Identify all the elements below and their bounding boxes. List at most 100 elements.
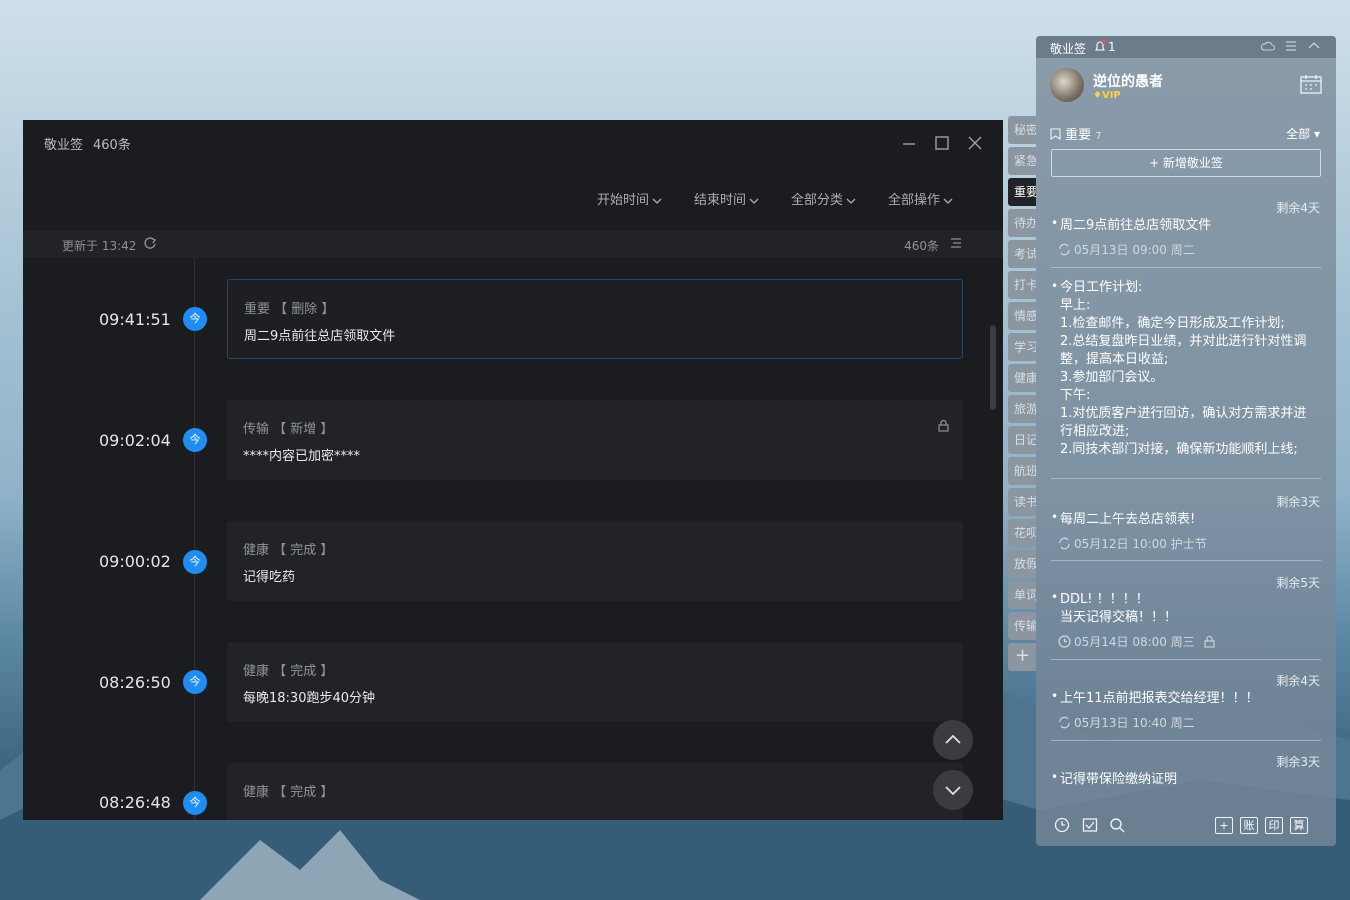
updated-time: 更新于 13:42 — [62, 239, 137, 253]
cloud-icon[interactable] — [1261, 40, 1275, 52]
tab-urgent[interactable]: 紧急 — [1008, 147, 1036, 175]
chevron-down-icon — [749, 198, 759, 204]
menu-icon[interactable] — [1285, 40, 1297, 52]
bell-count: 1 — [1108, 40, 1116, 54]
close-icon[interactable] — [964, 132, 986, 154]
note-item[interactable]: 周二9点前往总店领取文件 — [1060, 217, 1211, 235]
entry-content: 记得吃药 — [243, 570, 296, 585]
history-card[interactable]: 健康 【 完成 】 记得吃药 — [227, 521, 963, 601]
history-card[interactable]: 健康 【 完成 】 — [227, 763, 963, 820]
chevron-down-icon — [846, 198, 856, 204]
clock-icon[interactable] — [1054, 817, 1070, 833]
history-card[interactable]: 健康 【 完成 】 每晚18:30跑步40分钟 — [227, 642, 963, 722]
scroll-down-button[interactable] — [933, 770, 973, 810]
note-item[interactable]: 每周二上午去总店领表! — [1060, 511, 1195, 529]
avatar[interactable] — [1050, 68, 1084, 102]
remaining-days: 剩余4天 — [1276, 674, 1320, 688]
total-count: 460条 — [93, 138, 131, 153]
filter-category[interactable]: 全部分类 — [791, 189, 856, 208]
tab-travel[interactable]: 旅游 — [1008, 395, 1036, 423]
tab-diary[interactable]: 日记 — [1008, 426, 1036, 454]
search-icon[interactable] — [1109, 817, 1125, 833]
entry-time: 08:26:50 — [99, 673, 171, 692]
tab-important[interactable]: 重要 — [1008, 178, 1036, 206]
bookmark-icon — [1050, 128, 1061, 141]
divider — [1051, 267, 1321, 268]
entry-tag: 健康 【 完成 】 — [243, 664, 334, 679]
calendar-icon[interactable] — [1300, 74, 1322, 94]
entry-tag: 传输 【 新增 】 — [243, 422, 334, 437]
remaining-days: 剩余3天 — [1276, 495, 1320, 509]
checklist-icon[interactable] — [1082, 817, 1098, 833]
lock-icon — [938, 420, 949, 432]
tab-study[interactable]: 学习 — [1008, 333, 1036, 361]
tab-huabei[interactable]: 花呗 — [1008, 519, 1036, 547]
repeat-icon — [1059, 716, 1070, 729]
tab-emotion[interactable]: 情感 — [1008, 302, 1036, 330]
collapse-icon[interactable] — [1308, 40, 1320, 52]
filter-end-time[interactable]: 结束时间 — [694, 189, 759, 208]
ledger-button[interactable]: 账 — [1240, 817, 1258, 834]
today-badge: 今 — [183, 791, 207, 815]
note-item[interactable]: 记得带保险缴纳证明 — [1060, 771, 1177, 789]
entry-time: 09:00:02 — [99, 552, 171, 571]
remaining-days: 剩余3天 — [1276, 755, 1320, 769]
history-card[interactable]: 传输 【 新增 】 ****内容已加密**** — [227, 400, 963, 480]
note-item[interactable]: DDL! ！！！！ 当天记得交稿！！！ — [1060, 591, 1177, 627]
today-badge: 今 — [183, 428, 207, 452]
note-item[interactable]: 上午11点前把报表交给经理！！！ — [1060, 690, 1259, 708]
add-tab-button[interactable]: + — [1008, 643, 1036, 671]
minimize-icon[interactable] — [898, 132, 920, 154]
filter-action[interactable]: 全部操作 — [888, 189, 953, 208]
tab-checkin[interactable]: 打卡 — [1008, 271, 1036, 299]
scrollbar[interactable] — [990, 325, 996, 410]
chevron-down-icon — [945, 786, 961, 796]
group-filter-dropdown[interactable]: 全部 ▾ — [1286, 125, 1320, 142]
entry-tag: 重要 【 删除 】 — [244, 302, 335, 317]
tab-holiday[interactable]: 放假 — [1008, 550, 1036, 578]
entry-tag: 健康 【 完成 】 — [243, 543, 334, 558]
note-bullet: • — [1051, 216, 1059, 230]
remaining-days: 剩余5天 — [1276, 576, 1320, 590]
window-title: 敬业签 460条 — [44, 134, 131, 153]
note-meta: 05月13日 09:00 周二 — [1058, 241, 1195, 258]
note-bullet: • — [1051, 689, 1059, 703]
tab-transfer[interactable]: 传输 — [1008, 612, 1036, 640]
app-name: 敬业签 — [44, 138, 84, 153]
tab-exam[interactable]: 考试 — [1008, 240, 1036, 268]
today-badge: 今 — [183, 550, 207, 574]
entry-time: 09:02:04 — [99, 431, 171, 450]
lock-icon — [1204, 635, 1215, 648]
group-label[interactable]: 重要 7 — [1050, 124, 1102, 143]
add-note-button[interactable]: + — [1215, 817, 1233, 834]
tab-reading[interactable]: 读书 — [1008, 488, 1036, 516]
divider — [1051, 478, 1321, 479]
note-item[interactable]: 今日工作计划: 早上: 1.检查邮件，确定今日形成及工作计划; 2.总结复盘昨日… — [1060, 279, 1322, 462]
history-card[interactable]: 重要 【 删除 】 周二9点前往总店领取文件 — [227, 279, 963, 359]
note-meta: 05月12日 10:00 护士节 — [1058, 535, 1207, 552]
calculator-button[interactable]: 算 — [1290, 817, 1308, 834]
scroll-up-button[interactable] — [933, 720, 973, 760]
tab-words[interactable]: 单词 — [1008, 581, 1036, 609]
note-bullet: • — [1051, 510, 1059, 524]
tab-health[interactable]: 健康 — [1008, 364, 1036, 392]
filter-start-time[interactable]: 开始时间 — [597, 189, 662, 208]
divider — [1051, 659, 1321, 660]
timeline-line — [194, 258, 195, 820]
tab-flight[interactable]: 航班 — [1008, 457, 1036, 485]
panel-header: 敬业签 1 — [1036, 36, 1336, 58]
tab-secret[interactable]: 秘密 — [1008, 116, 1036, 144]
bell-icon[interactable] — [1094, 40, 1106, 52]
notes-panel: 敬业签 1 逆位的愚者 ♦VIP 重要 7 全部 ▾ + 新增敬业签 剩余4天 … — [1036, 36, 1336, 846]
info-bar: 更新于 13:42 460条 — [23, 230, 1003, 258]
clock-icon — [1058, 635, 1071, 648]
today-badge: 今 — [183, 670, 207, 694]
tab-todo[interactable]: 待办 — [1008, 209, 1036, 237]
print-button[interactable]: 印 — [1265, 817, 1283, 834]
note-meta: 05月14日 08:00 周三 — [1058, 633, 1218, 650]
list-icon[interactable] — [950, 237, 962, 249]
new-note-button[interactable]: + 新增敬业签 — [1051, 149, 1321, 177]
entry-time: 09:41:51 — [99, 310, 171, 329]
maximize-icon[interactable] — [931, 132, 953, 154]
refresh-icon[interactable] — [143, 236, 157, 250]
